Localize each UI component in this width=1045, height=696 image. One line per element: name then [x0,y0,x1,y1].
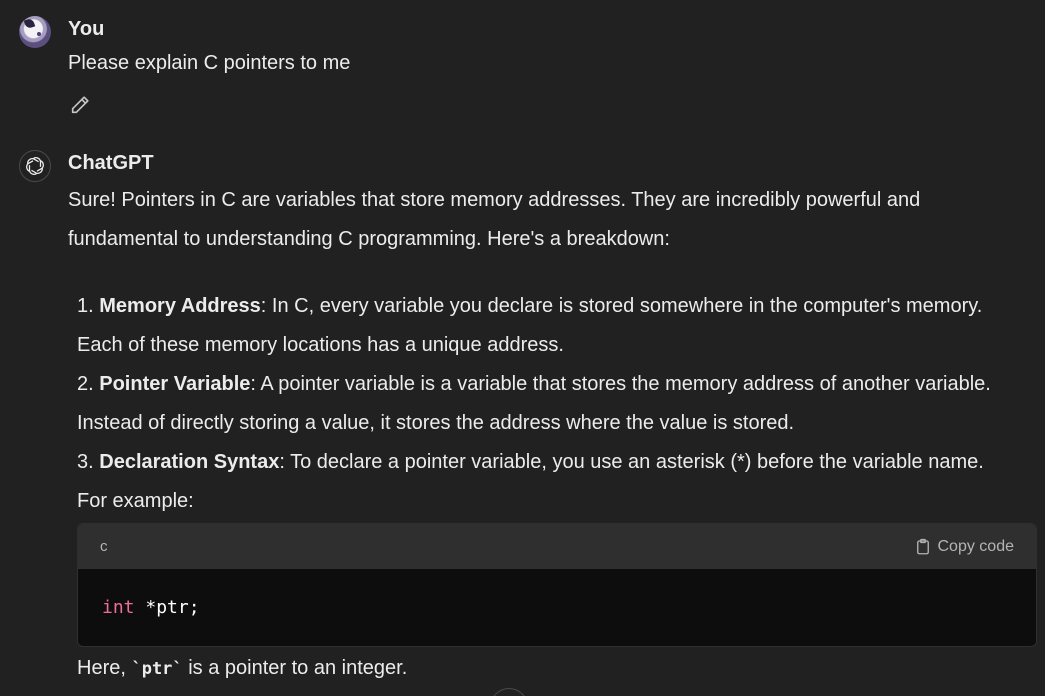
list-item-number: 1. [77,295,94,317]
list-item: 2. Pointer Variable: A pointer variable … [77,365,1017,443]
code-block: c Copy code int *ptr; [77,523,1037,647]
assistant-intro-paragraph: Sure! Pointers in C are variables that s… [68,189,921,250]
user-avatar [19,16,51,48]
avatar-eye-shape [37,32,41,36]
list-item: 3. Declaration Syntax: To declare a poin… [77,443,1017,521]
code-block-header: c Copy code [78,524,1036,569]
code-content: int *ptr; [78,569,1036,646]
assistant-author-name: ChatGPT [68,152,154,174]
list-item-title: Pointer Variable [99,373,251,395]
pencil-icon [71,96,89,114]
edit-message-button[interactable] [68,93,92,117]
after-code-text-before: Here, [77,657,132,679]
assistant-numbered-list: 1. Memory Address: In C, every variable … [77,287,1017,521]
assistant-avatar [19,150,51,182]
clipboard-icon [916,538,929,554]
list-item-number: 3. [77,451,94,473]
code-keyword: int [102,597,135,618]
code-language-label: c [100,538,108,555]
avatar-ear-shape [23,17,36,30]
code-text: *ptr; [134,597,200,618]
openai-logo-icon [26,157,44,175]
chat-transcript: You Please explain C pointers to me Chat… [0,0,1045,696]
list-item-title: Memory Address [99,295,261,317]
after-code-paragraph: Here, `ptr` is a pointer to an integer. [77,652,407,685]
after-code-text-after: is a pointer to an integer. [182,657,408,679]
scroll-to-bottom-button[interactable] [490,688,528,696]
list-item: 1. Memory Address: In C, every variable … [77,287,1017,365]
list-item-number: 2. [77,373,94,395]
copy-code-label: Copy code [937,537,1015,555]
user-message-text: Please explain C pointers to me [68,52,351,74]
user-author-name: You [68,18,105,40]
inline-code: `ptr` [131,659,183,679]
copy-code-button[interactable]: Copy code [914,537,1015,556]
list-item-title: Declaration Syntax [99,451,280,473]
